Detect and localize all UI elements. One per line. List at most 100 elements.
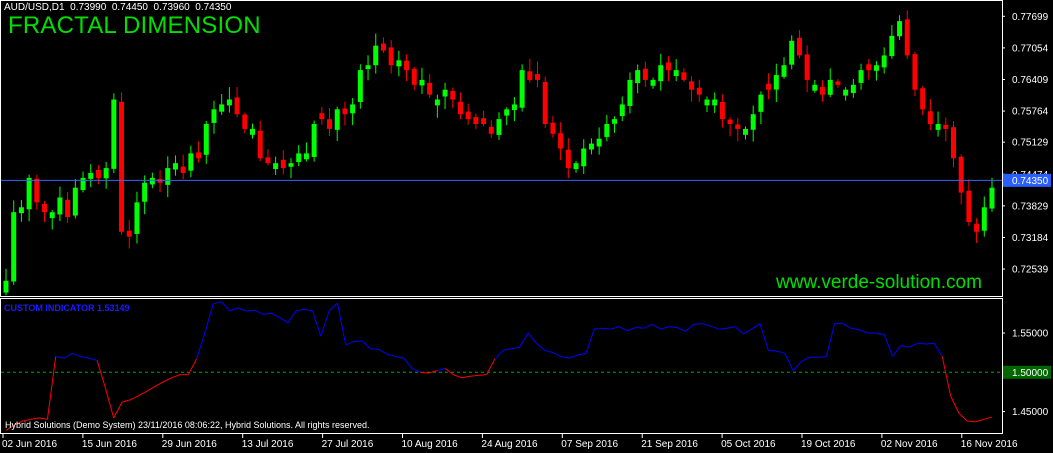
indicator-segment bbox=[726, 326, 736, 329]
candle bbox=[920, 86, 926, 116]
indicator-segment bbox=[444, 367, 454, 376]
indicator-segment bbox=[361, 340, 371, 350]
time-axis-label: 13 Jul 2016 bbox=[242, 439, 294, 450]
indicator-segment bbox=[279, 316, 288, 324]
indicator-segment bbox=[312, 310, 322, 337]
indicator-segment bbox=[254, 309, 264, 315]
indicator-segment bbox=[668, 326, 678, 328]
candle bbox=[550, 115, 556, 138]
indicator-segment bbox=[519, 332, 529, 348]
candle bbox=[465, 103, 471, 125]
indicator-segment bbox=[46, 356, 57, 420]
indicator-segment bbox=[544, 349, 553, 354]
indicator-segment bbox=[784, 353, 794, 371]
indicator-segment bbox=[469, 374, 479, 377]
candle bbox=[404, 54, 410, 82]
indicator-segment bbox=[63, 352, 73, 359]
indicator-segment bbox=[328, 302, 338, 312]
indicator-panel-frame bbox=[0, 298, 1003, 434]
candle bbox=[504, 107, 510, 126]
candle bbox=[573, 160, 579, 173]
time-axis-label: 24 Aug 2016 bbox=[481, 439, 538, 450]
indicator-segment bbox=[817, 356, 827, 358]
candle bbox=[650, 77, 656, 89]
candle bbox=[758, 91, 764, 125]
candle bbox=[396, 50, 402, 77]
candle bbox=[619, 96, 625, 122]
candle bbox=[257, 120, 263, 162]
candle bbox=[303, 142, 309, 162]
candle bbox=[642, 61, 648, 88]
candle bbox=[111, 93, 117, 174]
time-axis-label: 02 Jun 2016 bbox=[2, 439, 57, 450]
indicator-segment bbox=[776, 350, 785, 354]
indicator-segment bbox=[80, 356, 89, 359]
candle bbox=[103, 161, 109, 189]
indicator-segment bbox=[403, 357, 413, 369]
price-axis-label: 0.73829 bbox=[1012, 201, 1049, 212]
time-axis-label: 02 Nov 2016 bbox=[881, 439, 938, 450]
indicator-segment bbox=[204, 303, 214, 334]
indicator-segment bbox=[262, 312, 272, 315]
indicator-name-label: CUSTOM INDICATOR 1.53149 bbox=[4, 303, 130, 313]
candle bbox=[812, 79, 818, 93]
candle bbox=[727, 117, 733, 137]
price-axis-label: 0.77699 bbox=[1012, 12, 1049, 23]
candle bbox=[311, 120, 317, 162]
candle bbox=[126, 220, 132, 249]
indicator-segment bbox=[875, 332, 885, 336]
indicator-axis-label: 1.55000 bbox=[1012, 329, 1049, 340]
price-axis-label: 0.72539 bbox=[1012, 265, 1049, 276]
indicator-segment bbox=[395, 356, 404, 359]
indicator-segment bbox=[121, 399, 131, 403]
time-axis-label: 10 Aug 2016 bbox=[402, 439, 459, 450]
indicator-segment bbox=[552, 352, 562, 358]
candle bbox=[427, 74, 433, 98]
candle bbox=[750, 105, 756, 142]
indicator-segment bbox=[801, 356, 810, 362]
indicator-segment bbox=[718, 327, 727, 330]
candle bbox=[3, 268, 9, 296]
indicator-segment bbox=[503, 348, 512, 351]
candle bbox=[434, 94, 440, 118]
indicator-segment bbox=[941, 356, 952, 396]
price-axis-label: 0.75129 bbox=[1012, 138, 1049, 149]
candle bbox=[142, 175, 148, 215]
candle bbox=[481, 110, 487, 127]
indicator-level-label: 1.50000 bbox=[1012, 368, 1049, 379]
candle bbox=[42, 200, 48, 222]
indicator-segment bbox=[561, 356, 570, 359]
candle bbox=[696, 79, 702, 102]
indicator-segment bbox=[859, 329, 868, 334]
indicator-segment bbox=[676, 327, 686, 332]
indicator-segment bbox=[950, 395, 960, 414]
indicator-segment bbox=[585, 328, 595, 354]
candle bbox=[689, 76, 695, 102]
candle bbox=[219, 94, 225, 115]
indicator-segment bbox=[88, 357, 98, 361]
candle bbox=[380, 37, 386, 53]
candle bbox=[196, 141, 202, 163]
candle bbox=[958, 154, 964, 205]
indicator-segment bbox=[569, 354, 578, 359]
indicator-segment bbox=[734, 326, 744, 335]
chart: 0.776990.770540.764090.757640.751290.744… bbox=[0, 0, 1051, 450]
indicator-segment bbox=[908, 342, 918, 348]
indicator-segment bbox=[842, 323, 852, 329]
time-axis-label: 19 Oct 2016 bbox=[801, 439, 856, 450]
candle bbox=[165, 156, 171, 198]
candle bbox=[627, 72, 633, 114]
indicator-segment bbox=[287, 310, 297, 324]
candlestick-series bbox=[3, 10, 995, 296]
indicator-segment bbox=[163, 377, 172, 383]
indicator-segment bbox=[610, 326, 620, 330]
indicator-segment bbox=[213, 301, 222, 305]
candle bbox=[411, 66, 417, 91]
candle bbox=[473, 113, 479, 130]
indicator-segment bbox=[652, 323, 661, 330]
candle bbox=[457, 92, 463, 119]
indicator-segment bbox=[975, 418, 984, 423]
indicator-segment bbox=[370, 348, 379, 350]
candle bbox=[766, 73, 772, 100]
candle bbox=[419, 67, 425, 94]
